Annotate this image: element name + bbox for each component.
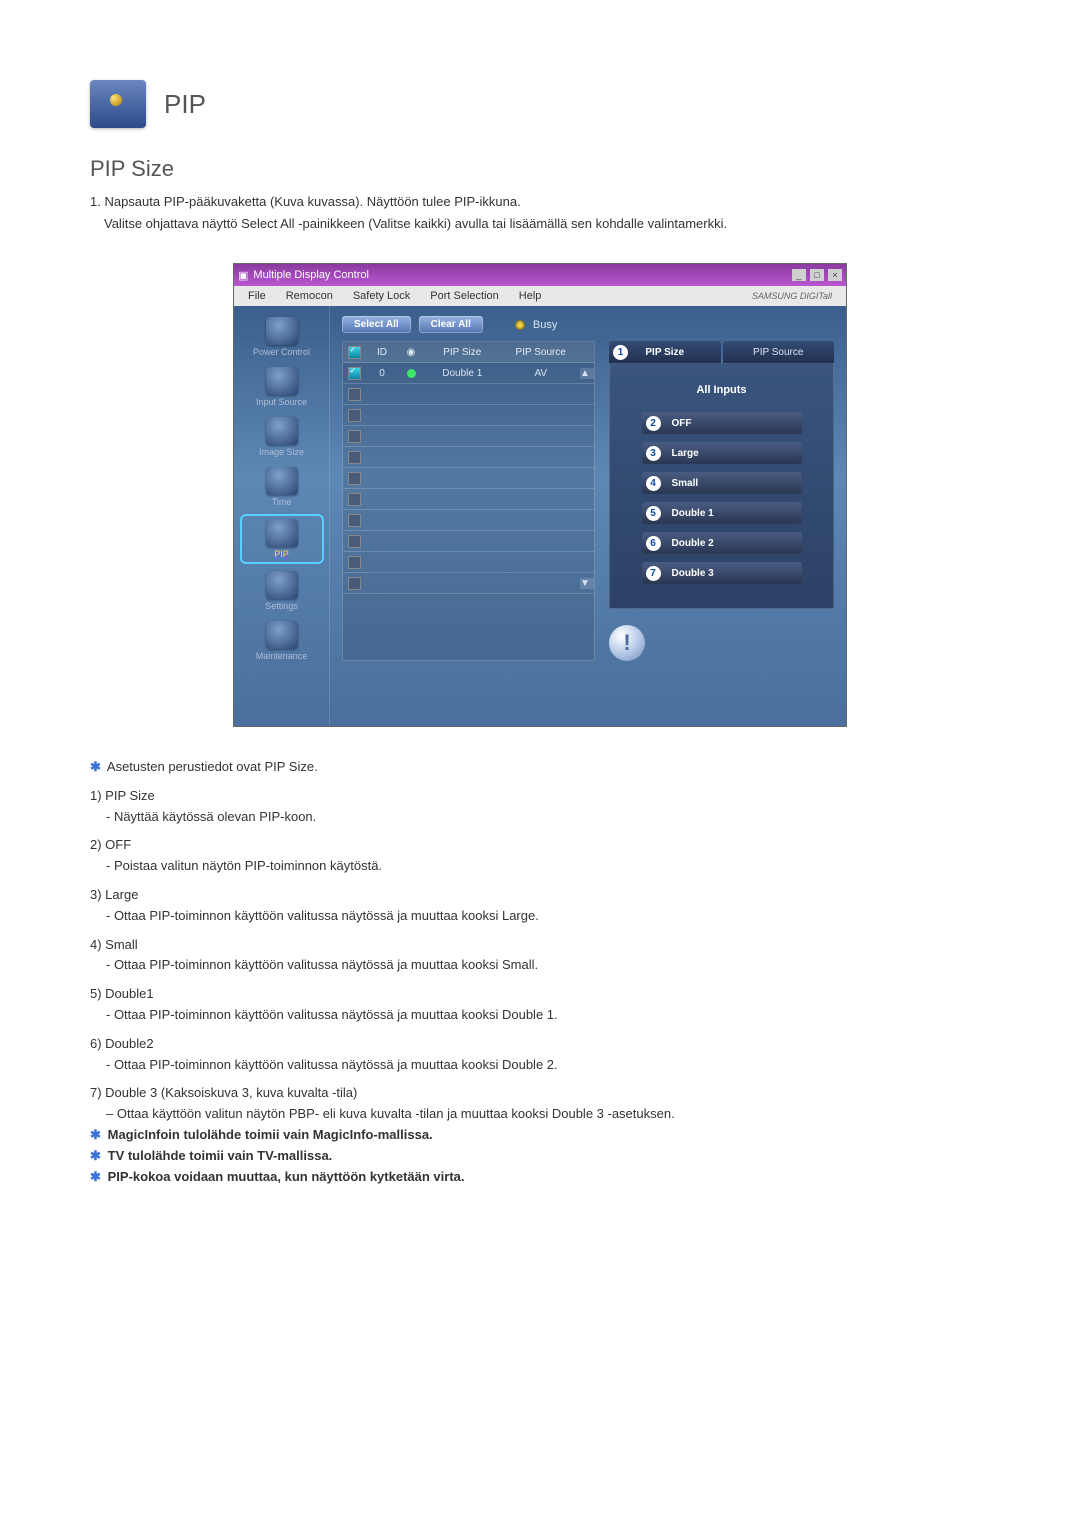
all-inputs-label: All Inputs: [696, 384, 746, 396]
scrollbar[interactable]: ▲: [580, 368, 594, 379]
option-double2[interactable]: 6Double 2: [642, 532, 802, 554]
note-star-1: ✱ Asetusten perustiedot ovat PIP Size.: [90, 757, 990, 778]
pip-icon: [90, 80, 146, 128]
option-small[interactable]: 4Small: [642, 472, 802, 494]
list-item: 1) PIP Size: [90, 786, 990, 807]
table-row[interactable]: 0 Double 1 AV ▲: [343, 363, 594, 384]
info-icon: !: [609, 625, 645, 661]
display-table: ID ◉ PIP Size PIP Source 0 Double 1 AV ▲: [342, 341, 595, 661]
section-title: PIP Size: [90, 156, 990, 182]
row-checkbox[interactable]: [348, 535, 361, 548]
titlebar: ▣ Multiple Display Control _ □ ×: [234, 264, 846, 286]
row-checkbox[interactable]: [348, 472, 361, 485]
star-icon: ✱: [90, 1167, 104, 1188]
row-checkbox[interactable]: [348, 514, 361, 527]
star-icon: ✱: [90, 757, 104, 778]
list-item: 3) Large: [90, 885, 990, 906]
sidebar-item-power-control[interactable]: Power Control: [242, 314, 322, 360]
list-item-desc: - Ottaa PIP-toiminnon käyttöön valitussa…: [106, 955, 990, 976]
row-checkbox[interactable]: [348, 388, 361, 401]
close-icon[interactable]: ×: [828, 269, 842, 281]
row-checkbox[interactable]: [348, 556, 361, 569]
menu-port-selection[interactable]: Port Selection: [422, 288, 506, 304]
row-checkbox[interactable]: [348, 409, 361, 422]
list-item-desc: - Ottaa PIP-toiminnon käyttöön valitussa…: [106, 1005, 990, 1026]
sidebar-item-image-size[interactable]: Image Size: [242, 414, 322, 460]
header-checkbox[interactable]: [348, 346, 361, 359]
minimize-icon[interactable]: _: [792, 269, 806, 281]
scrollbar[interactable]: ▼: [580, 578, 594, 589]
list-item-desc: - Poistaa valitun näytön PIP-toiminnon k…: [106, 856, 990, 877]
note-star-3: ✱ TV tulolähde toimii vain TV-mallissa.: [90, 1146, 990, 1167]
list-item: 6) Double2: [90, 1034, 990, 1055]
row-checkbox[interactable]: [348, 577, 361, 590]
clear-all-button[interactable]: Clear All: [419, 316, 483, 333]
badge-1: 1: [613, 345, 628, 360]
options-panel: 1 PIP Size PIP Source All Inputs 2OFF 3L…: [609, 341, 834, 661]
option-double3[interactable]: 7Double 3: [642, 562, 802, 584]
tab-pip-size[interactable]: 1 PIP Size: [609, 341, 721, 363]
list-item-desc: - Ottaa PIP-toiminnon käyttöön valitussa…: [106, 906, 990, 927]
list-item: 7) Double 3 (Kaksoiskuva 3, kuva kuvalta…: [90, 1083, 990, 1104]
row-checkbox[interactable]: [348, 493, 361, 506]
select-all-button[interactable]: Select All: [342, 316, 411, 333]
sidebar-item-input-source[interactable]: Input Source: [242, 364, 322, 410]
menu-remocon[interactable]: Remocon: [278, 288, 341, 304]
list-item: 5) Double1: [90, 984, 990, 1005]
row-id: 0: [365, 368, 399, 379]
sidebar: Power Control Input Source Image Size Ti…: [234, 306, 330, 726]
busy-indicator-icon: [515, 320, 525, 330]
brand-label: SAMSUNG DIGITall: [744, 289, 840, 303]
window-controls[interactable]: _ □ ×: [791, 269, 842, 281]
menu-safety-lock[interactable]: Safety Lock: [345, 288, 418, 304]
intro-line-1: 1. Napsauta PIP-pääkuvaketta (Kuva kuvas…: [90, 192, 990, 212]
window-title: Multiple Display Control: [253, 269, 369, 281]
list-item-desc: – Ottaa käyttöön valitun näytön PBP- eli…: [106, 1104, 990, 1125]
option-double1[interactable]: 5Double 1: [642, 502, 802, 524]
row-pip-source: AV: [502, 368, 581, 379]
window-icon: ▣: [238, 269, 248, 282]
col-id: ID: [365, 347, 399, 358]
row-checkbox[interactable]: [348, 367, 361, 380]
tab-pip-source[interactable]: PIP Source: [723, 341, 835, 363]
star-icon: ✱: [90, 1125, 104, 1146]
col-pip-source: PIP Source: [502, 347, 581, 358]
list-item-desc: - Näyttää käytössä olevan PIP-koon.: [106, 807, 990, 828]
list-item: 4) Small: [90, 935, 990, 956]
row-checkbox[interactable]: [348, 451, 361, 464]
star-icon: ✱: [90, 1146, 104, 1167]
menu-help[interactable]: Help: [511, 288, 550, 304]
app-window: ▣ Multiple Display Control _ □ × File Re…: [233, 263, 847, 727]
option-off[interactable]: 2OFF: [642, 412, 802, 434]
sidebar-item-settings[interactable]: Settings: [242, 568, 322, 614]
list-item-desc: - Ottaa PIP-toiminnon käyttöön valitussa…: [106, 1055, 990, 1076]
sidebar-item-time[interactable]: Time: [242, 464, 322, 510]
busy-label: Busy: [533, 319, 557, 331]
status-dot-icon: [407, 369, 416, 378]
note-star-4: ✱ PIP-kokoa voidaan muuttaa, kun näyttöö…: [90, 1167, 990, 1188]
menu-file[interactable]: File: [240, 288, 274, 304]
list-item: 2) OFF: [90, 835, 990, 856]
maximize-icon[interactable]: □: [810, 269, 824, 281]
col-status-icon: ◉: [399, 347, 423, 358]
row-pip-size: Double 1: [423, 368, 502, 379]
note-star-2: ✱ MagicInfoin tulolähde toimii vain Magi…: [90, 1125, 990, 1146]
page-title: PIP: [164, 89, 206, 120]
menubar: File Remocon Safety Lock Port Selection …: [234, 286, 846, 306]
col-pip-size: PIP Size: [423, 347, 502, 358]
sidebar-item-maintenance[interactable]: Maintenance: [242, 618, 322, 664]
intro-line-2: Valitse ohjattava näyttö Select All -pai…: [104, 214, 990, 234]
sidebar-item-pip[interactable]: PIP: [240, 514, 324, 564]
option-large[interactable]: 3Large: [642, 442, 802, 464]
row-checkbox[interactable]: [348, 430, 361, 443]
